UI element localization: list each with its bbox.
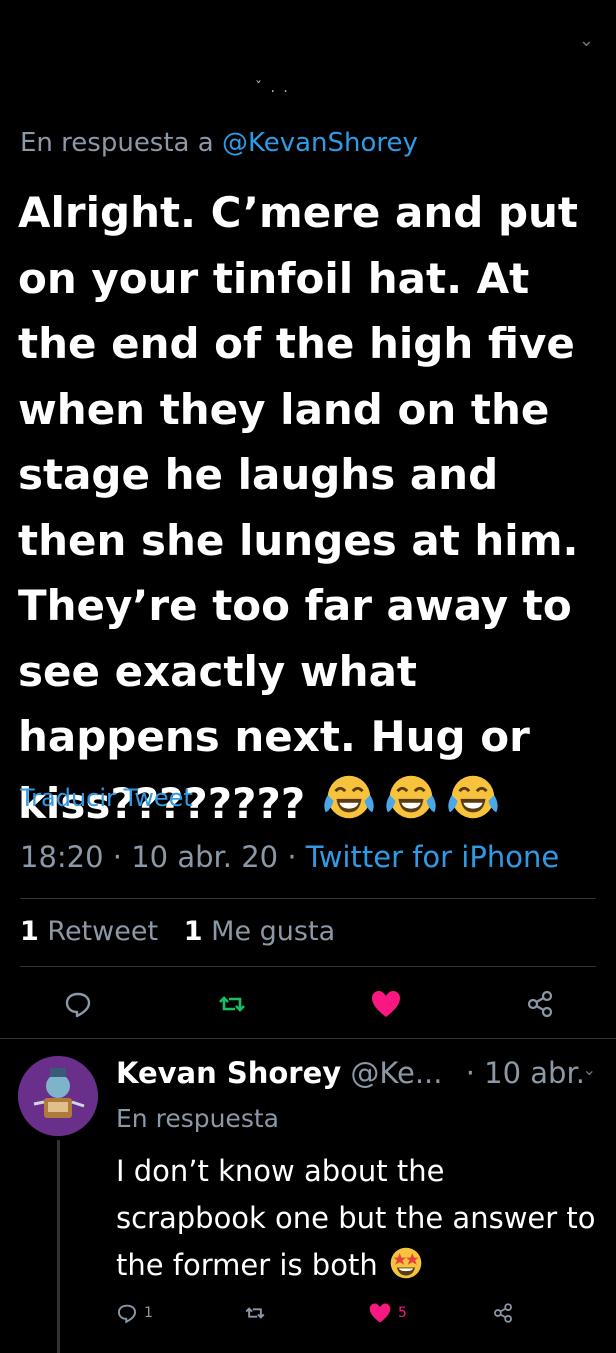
- tweet-meta: 18:20 · 10 abr. 20 · Twitter for iPhone: [20, 840, 559, 874]
- reply-retweet-button[interactable]: [244, 1298, 266, 1328]
- retweet-icon: [219, 996, 245, 1012]
- retweets-label: Retweet: [47, 916, 159, 947]
- reply-replies-count: 1: [144, 1305, 153, 1321]
- reply-reply-button[interactable]: 1: [116, 1298, 153, 1328]
- tweet-date: 10 abr. 20: [131, 840, 279, 874]
- retweet-button[interactable]: [212, 984, 252, 1024]
- tweet-menu-chevron-icon[interactable]: ⌄: [579, 30, 594, 51]
- likes-stat[interactable]: 1 Me gusta: [184, 916, 335, 947]
- share-button[interactable]: [520, 984, 560, 1024]
- divider: [20, 966, 596, 967]
- reply-like-button[interactable]: 5: [368, 1298, 407, 1328]
- reply-time[interactable]: · 10 abr.: [466, 1056, 585, 1090]
- laughing-tears-emoji-icon: [386, 775, 436, 818]
- reply-body: I don’t know about the scrapbook one but…: [116, 1154, 596, 1282]
- like-button[interactable]: [366, 984, 406, 1024]
- reply-action-bar: 1 5: [0, 1298, 616, 1328]
- retweets-stat[interactable]: 1 Retweet: [20, 916, 158, 947]
- tweet-time: 18:20: [20, 840, 104, 874]
- reply-icon: [65, 992, 91, 1018]
- tweet-text: Alright. C’mere and put on your tinfoil …: [18, 180, 603, 836]
- like-icon: [372, 991, 400, 1017]
- laughing-tears-emoji-icon: [324, 775, 374, 818]
- reply-button[interactable]: [58, 984, 98, 1024]
- reply-prefix: En respuesta: [116, 1104, 279, 1133]
- share-icon: [527, 990, 553, 1018]
- reply-context-partial: En respuesta: [116, 1104, 279, 1133]
- retweets-count: 1: [20, 916, 39, 947]
- meta-separator: ·: [287, 840, 297, 874]
- reply-author-handle[interactable]: @Ke...: [350, 1056, 442, 1090]
- reply-header: Kevan Shorey @Ke... · 10 abr.: [116, 1056, 585, 1090]
- reply-share-button[interactable]: [492, 1298, 514, 1328]
- reply-icon: [117, 1304, 137, 1324]
- reply-menu-chevron-icon[interactable]: ⌄: [583, 1060, 596, 1079]
- tweet-action-bar: [0, 984, 616, 1024]
- section-separator: [0, 1038, 616, 1039]
- star-struck-emoji-icon: [390, 1247, 422, 1279]
- likes-count: 1: [183, 916, 203, 947]
- translate-tweet-link[interactable]: Traducir Tweet: [20, 784, 193, 812]
- avatar-character-icon: [18, 1056, 98, 1136]
- engagement-stats: 1 Retweet 1 Me gusta: [20, 916, 335, 947]
- laughing-tears-emoji-icon: [448, 775, 498, 818]
- tweet-body: Alright. C’mere and put on your tinfoil …: [18, 188, 579, 828]
- share-icon: [494, 1303, 512, 1323]
- reply-handle-link[interactable]: @KevanShorey: [222, 128, 418, 158]
- retweet-icon: [245, 1307, 265, 1319]
- meta-separator: ·: [112, 840, 123, 874]
- reply-context: En respuesta a @KevanShorey: [20, 128, 418, 158]
- avatar[interactable]: [18, 1056, 98, 1136]
- likes-label: Me gusta: [211, 916, 336, 947]
- reply-prefix: En respuesta a: [20, 128, 214, 158]
- reply-author-name[interactable]: Kevan Shorey: [116, 1056, 341, 1090]
- redacted-scribble: ˇ . .: [255, 80, 290, 96]
- divider: [20, 898, 596, 899]
- like-icon: [369, 1303, 391, 1323]
- tweet-client-link[interactable]: Twitter for iPhone: [306, 840, 559, 874]
- reply-text: I don’t know about the scrapbook one but…: [116, 1148, 596, 1289]
- reply-likes-count: 5: [398, 1305, 407, 1321]
